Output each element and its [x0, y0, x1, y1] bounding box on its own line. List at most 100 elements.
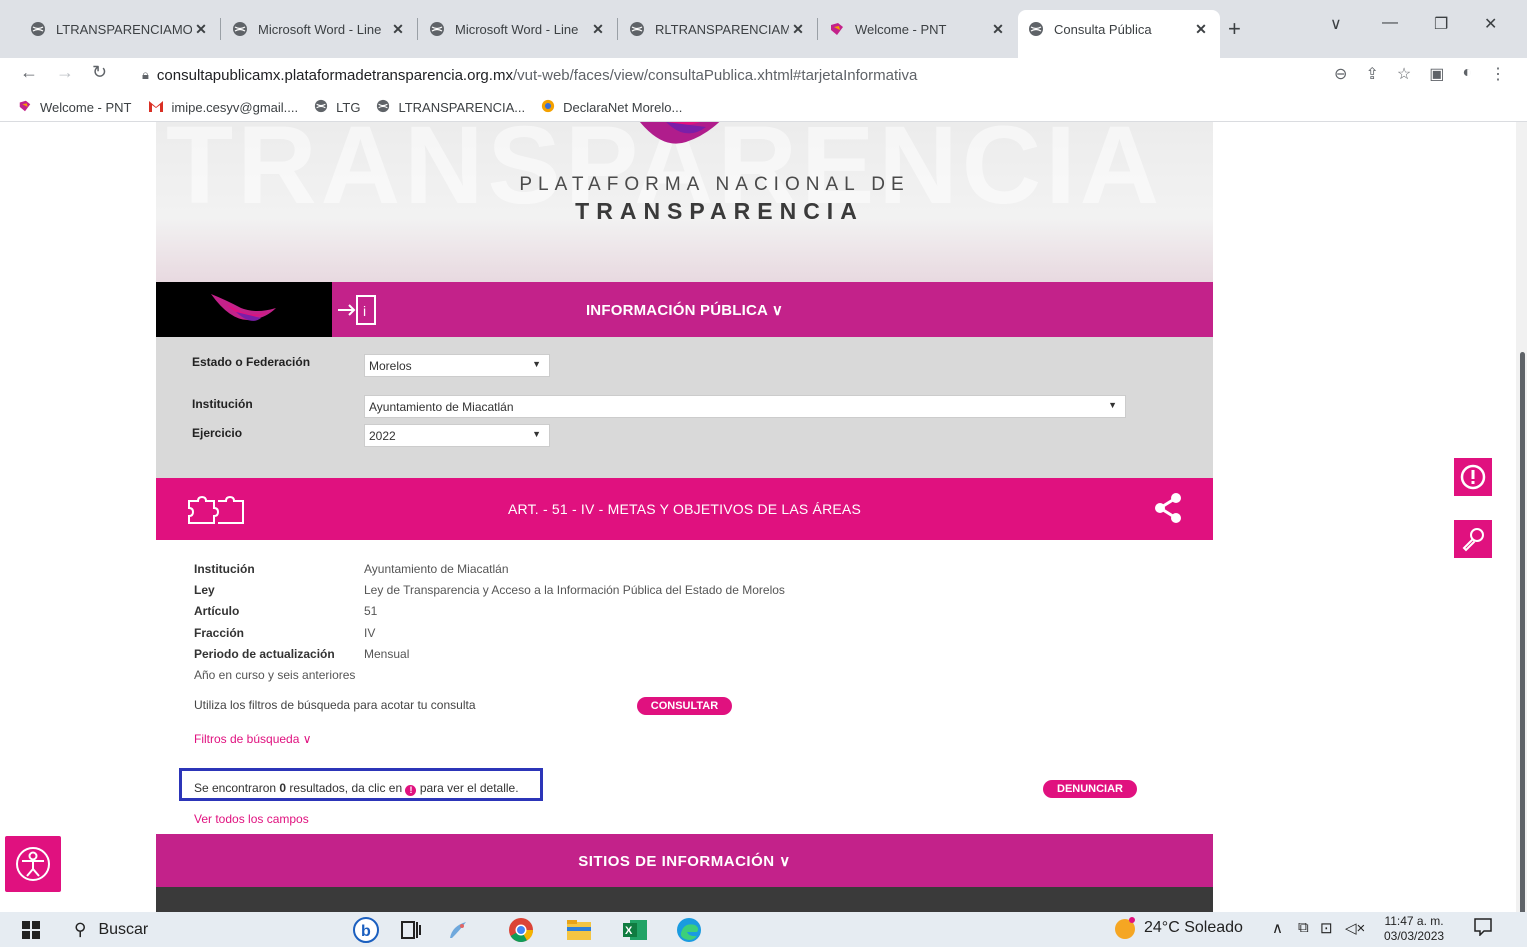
- network-icon[interactable]: ⊡: [1320, 919, 1333, 937]
- informacion-publica-bar[interactable]: i INFORMACIÓN PÚBLICA ∨: [156, 282, 1213, 337]
- reload-icon[interactable]: ↻: [92, 62, 107, 83]
- caret-down-icon: ▼: [532, 359, 541, 369]
- kebab-menu-icon[interactable]: ⋮: [1490, 64, 1506, 84]
- page-viewport: TRANSPARENCIA PLATAFORMA NACIONAL DE TRA…: [0, 122, 1516, 912]
- excel-icon[interactable]: X: [622, 916, 648, 944]
- close-icon[interactable]: ✕: [789, 21, 807, 38]
- tab-label: Microsoft Word - Line: [258, 21, 382, 37]
- page-scrollbar[interactable]: [1516, 122, 1527, 947]
- alert-side-button[interactable]: [1454, 458, 1492, 496]
- institucion-value: Ayuntamiento de Miacatlán: [369, 399, 514, 414]
- pnt-logo-icon: [211, 294, 276, 321]
- bookmark-ltransparencia[interactable]: LTRANSPARENCIA...: [376, 99, 525, 116]
- detail-value: Ayuntamiento de Miacatlán: [364, 562, 509, 576]
- chrome-icon[interactable]: [508, 916, 534, 944]
- url-bar[interactable]: 🔒︎ consultapublicamx.plataformadetranspa…: [126, 60, 1516, 90]
- tab-separator: [220, 18, 221, 40]
- close-icon[interactable]: ✕: [192, 21, 210, 38]
- bing-icon[interactable]: b: [352, 916, 380, 944]
- caret-down-icon: ▼: [532, 429, 541, 439]
- institucion-select[interactable]: Ayuntamiento de Miacatlán ▼: [364, 395, 1126, 418]
- speaker-muted-icon[interactable]: ◁×: [1345, 919, 1365, 937]
- share-icon[interactable]: [1153, 492, 1183, 524]
- detail-key: Ley: [194, 583, 215, 597]
- windows-start-icon[interactable]: [22, 916, 40, 944]
- informacion-publica-label: INFORMACIÓN PÚBLICA ∨: [585, 301, 784, 319]
- window-close-icon[interactable]: ✕: [1484, 14, 1497, 34]
- minimize-icon[interactable]: —: [1382, 14, 1398, 32]
- results-message: Se encontraron 0 resultados, da clic en …: [194, 781, 519, 796]
- svg-text:b: b: [361, 923, 371, 940]
- tools-side-button[interactable]: [1454, 520, 1492, 558]
- notifications-icon[interactable]: [1474, 918, 1492, 940]
- profile-avatar-icon[interactable]: ◐: [1462, 64, 1472, 84]
- results-middle: resultados, da clic en: [286, 781, 406, 795]
- taskbar-search-label: Buscar: [98, 921, 149, 938]
- login-enter-icon[interactable]: i: [336, 294, 380, 326]
- estado-value: Morelos: [369, 358, 412, 373]
- tab-separator: [617, 18, 618, 40]
- detail-key: Fracción: [194, 626, 245, 640]
- close-icon[interactable]: ✕: [1192, 21, 1210, 38]
- side-panel-icon[interactable]: ▣: [1429, 64, 1444, 84]
- tab-word-2[interactable]: Microsoft Word - Line ✕: [419, 12, 617, 46]
- tab-label: Microsoft Word - Line: [455, 21, 579, 37]
- info-detail-icon[interactable]: !: [405, 785, 417, 796]
- weather-text[interactable]: 24°C Soleado: [1144, 919, 1243, 937]
- tray-chevron-icon[interactable]: ∧: [1272, 919, 1283, 937]
- tab-word-1[interactable]: Microsoft Word - Line ✕: [222, 12, 417, 46]
- bookmark-label: imipe.cesyv@gmail....: [171, 100, 299, 115]
- tab-ltransparenciamo[interactable]: LTRANSPARENCIAMO ✕: [20, 12, 220, 46]
- paint-icon[interactable]: [446, 916, 470, 944]
- url-host: consultapublicamx.plataformadetransparen…: [156, 66, 513, 84]
- weather-sun-icon[interactable]: [1112, 915, 1138, 945]
- sitios-informacion-bar[interactable]: SITIOS DE INFORMACIÓN ∨: [156, 834, 1213, 887]
- declaranet-icon: [541, 99, 555, 116]
- ejercicio-select[interactable]: 2022 ▼: [364, 424, 550, 447]
- denunciar-button[interactable]: DENUNCIAR: [1043, 780, 1137, 798]
- pnt-small-logo: [156, 282, 332, 337]
- file-explorer-icon[interactable]: [566, 916, 592, 944]
- detail-key: Artículo: [194, 604, 240, 618]
- consultar-button[interactable]: CONSULTAR: [637, 697, 732, 715]
- results-prefix: Se encontraron: [194, 781, 280, 795]
- accessibility-button[interactable]: [5, 836, 61, 892]
- filtros-busqueda-link[interactable]: Filtros de búsqueda ∨: [194, 732, 312, 746]
- taskbar-search[interactable]: ⚲ Buscar: [74, 916, 334, 944]
- tab-search-chevron-icon[interactable]: ∨: [1330, 14, 1342, 34]
- taskbar-clock[interactable]: 11:47 a. m. 03/03/2023: [1384, 914, 1444, 944]
- bookmark-star-icon[interactable]: ☆: [1397, 64, 1411, 84]
- new-tab-button[interactable]: +: [1228, 16, 1241, 42]
- pnt-icon: [829, 21, 845, 37]
- bookmark-welcome-pnt[interactable]: Welcome - PNT: [18, 99, 132, 116]
- restore-icon[interactable]: ❐: [1434, 14, 1448, 34]
- task-view-icon[interactable]: [400, 916, 422, 944]
- banner-title-line1: PLATAFORMA NACIONAL DE: [519, 174, 910, 195]
- bookmark-gmail[interactable]: imipe.cesyv@gmail....: [148, 99, 299, 116]
- zoom-icon[interactable]: ⊖: [1334, 64, 1347, 84]
- bookmark-ltg[interactable]: LTG: [314, 99, 360, 116]
- close-icon[interactable]: ✕: [989, 21, 1007, 38]
- share-page-icon[interactable]: ⇪: [1365, 64, 1378, 84]
- windows-taskbar: ⚲ Buscar b X 24°C Soleado ∧ ⧉ ⊡ ◁× 11:47…: [0, 912, 1527, 947]
- meet-icon[interactable]: ⧉: [1298, 919, 1309, 936]
- globe-icon: [429, 21, 445, 37]
- back-arrow-icon[interactable]: ←: [20, 62, 38, 83]
- lock-icon[interactable]: 🔒︎: [142, 67, 149, 83]
- bookmark-label: Welcome - PNT: [40, 100, 132, 115]
- ejercicio-label: Ejercicio: [192, 426, 243, 440]
- tab-consulta-publica[interactable]: Consulta Pública ✕: [1018, 10, 1220, 58]
- close-icon[interactable]: ✕: [389, 21, 407, 38]
- close-icon[interactable]: ✕: [589, 21, 607, 38]
- search-icon: ⚲: [74, 920, 87, 939]
- forward-arrow-icon[interactable]: →: [56, 62, 74, 83]
- clock-date: 03/03/2023: [1384, 929, 1445, 943]
- bookmark-declaranet[interactable]: DeclaraNet Morelo...: [541, 99, 682, 116]
- tab-rltransparenciam[interactable]: RLTRANSPARENCIAM ✕: [619, 12, 817, 46]
- estado-select[interactable]: Morelos ▼: [364, 354, 550, 377]
- tab-welcome-pnt[interactable]: Welcome - PNT ✕: [819, 12, 1017, 46]
- scrollbar-thumb[interactable]: [1520, 352, 1525, 947]
- ver-todos-campos-link[interactable]: Ver todos los campos: [194, 812, 309, 826]
- tab-label: LTRANSPARENCIAMO: [56, 21, 192, 37]
- edge-icon[interactable]: [676, 916, 702, 944]
